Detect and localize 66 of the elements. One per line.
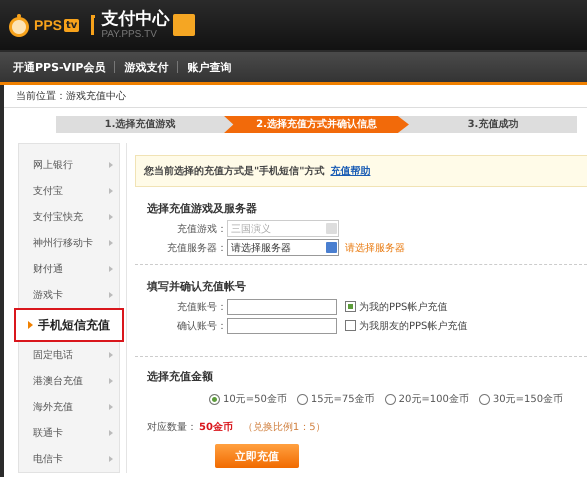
arrow-icon — [109, 292, 113, 298]
nav-link[interactable]: 账户查询 — [187, 60, 232, 74]
section-title: 选择充值游戏及服务器 — [147, 201, 258, 216]
sidebar-item[interactable]: 支付宝快充 — [19, 204, 119, 230]
sidebar-item[interactable]: 联通卡 — [19, 420, 119, 446]
input-field[interactable] — [227, 318, 337, 334]
progress-step: 1.选择充值游戏 — [56, 116, 224, 133]
nav-link[interactable]: 游戏支付 — [124, 60, 168, 74]
input-field[interactable] — [227, 298, 337, 314]
field-label: 充值账号： — [176, 300, 227, 314]
sidebar-item[interactable]: 神州行移动卡 — [19, 230, 119, 256]
dropdown[interactable]: 请选择服务器 — [227, 239, 339, 256]
nav-link[interactable]: 开通PPS-VIP会员 — [13, 60, 106, 74]
logo-square — [173, 14, 196, 36]
radio-label: 20元=100金币 — [398, 392, 469, 406]
summary-label: 对应数量： — [147, 420, 197, 434]
mascot-icon — [6, 12, 32, 38]
header-title: 支付中心 — [101, 9, 170, 29]
help-link[interactable]: 充值帮助 — [330, 164, 370, 178]
arrow-icon — [109, 162, 113, 168]
logo-text: PPS — [34, 17, 62, 33]
radio-label: 15元=75金币 — [310, 392, 375, 406]
logo-badge: tv — [64, 18, 80, 32]
arrow-icon — [28, 321, 33, 329]
arrow-icon — [109, 430, 113, 436]
arrow-icon — [109, 214, 113, 220]
notice-text: 您当前选择的充值方式是"手机短信"方式 — [144, 164, 324, 178]
summary-value: 50金币 — [199, 420, 233, 434]
sidebar-item[interactable]: 支付宝 — [19, 178, 119, 204]
breadcrumb: 当前位置：游戏充值中心 — [4, 85, 587, 108]
sidebar-item[interactable]: 游戏卡 — [19, 282, 119, 308]
checkbox-label: 为我朋友的PPS帐户充值 — [359, 320, 468, 332]
field-label: 充值服务器： — [166, 242, 227, 254]
arrow-icon — [109, 352, 113, 358]
progress-step: 3.充值成功 — [408, 116, 577, 133]
checkbox[interactable] — [345, 301, 356, 312]
progress-step: 2.选择充值方式并确认信息 — [224, 116, 409, 133]
radio-label: 10元=50金币 — [223, 392, 287, 406]
hint-text: 请选择服务器 — [345, 242, 405, 254]
bracket-mark — [91, 15, 96, 35]
section-title: 填写并确认充值帐号 — [147, 279, 247, 294]
radio-label: 30元=150金币 — [492, 392, 564, 406]
arrow-icon — [109, 266, 113, 272]
checkbox-label: 为我的PPS帐户充值 — [359, 300, 448, 314]
arrow-icon — [109, 188, 113, 194]
sidebar-item[interactable]: 电信卡 — [19, 446, 119, 472]
arrow-icon — [109, 378, 113, 384]
sidebar-item[interactable]: 港澳台充值 — [19, 368, 119, 394]
radio-button[interactable] — [384, 394, 396, 404]
sidebar-item[interactable]: 财付通 — [19, 256, 119, 282]
sidebar-item[interactable]: 手机短信充值 — [14, 308, 124, 342]
ratio-text: （兑换比例1：5） — [242, 420, 326, 434]
header-subtitle: PAY.PPS.TV — [101, 29, 158, 41]
field-label: 确认账号： — [176, 320, 227, 332]
radio-button[interactable] — [478, 394, 490, 404]
radio-button[interactable] — [296, 394, 308, 404]
sidebar-item[interactable]: 海外充值 — [19, 394, 119, 420]
arrow-icon — [109, 240, 113, 246]
arrow-icon — [109, 456, 113, 462]
sidebar-item[interactable]: 固定电话 — [19, 342, 119, 368]
radio-button[interactable] — [209, 394, 220, 404]
sidebar-item[interactable]: 网上银行 — [19, 152, 119, 178]
field-label: 充值游戏： — [176, 222, 227, 236]
checkbox[interactable] — [345, 320, 356, 331]
arrow-icon — [109, 404, 113, 410]
section-title: 选择充值金额 — [147, 369, 214, 384]
